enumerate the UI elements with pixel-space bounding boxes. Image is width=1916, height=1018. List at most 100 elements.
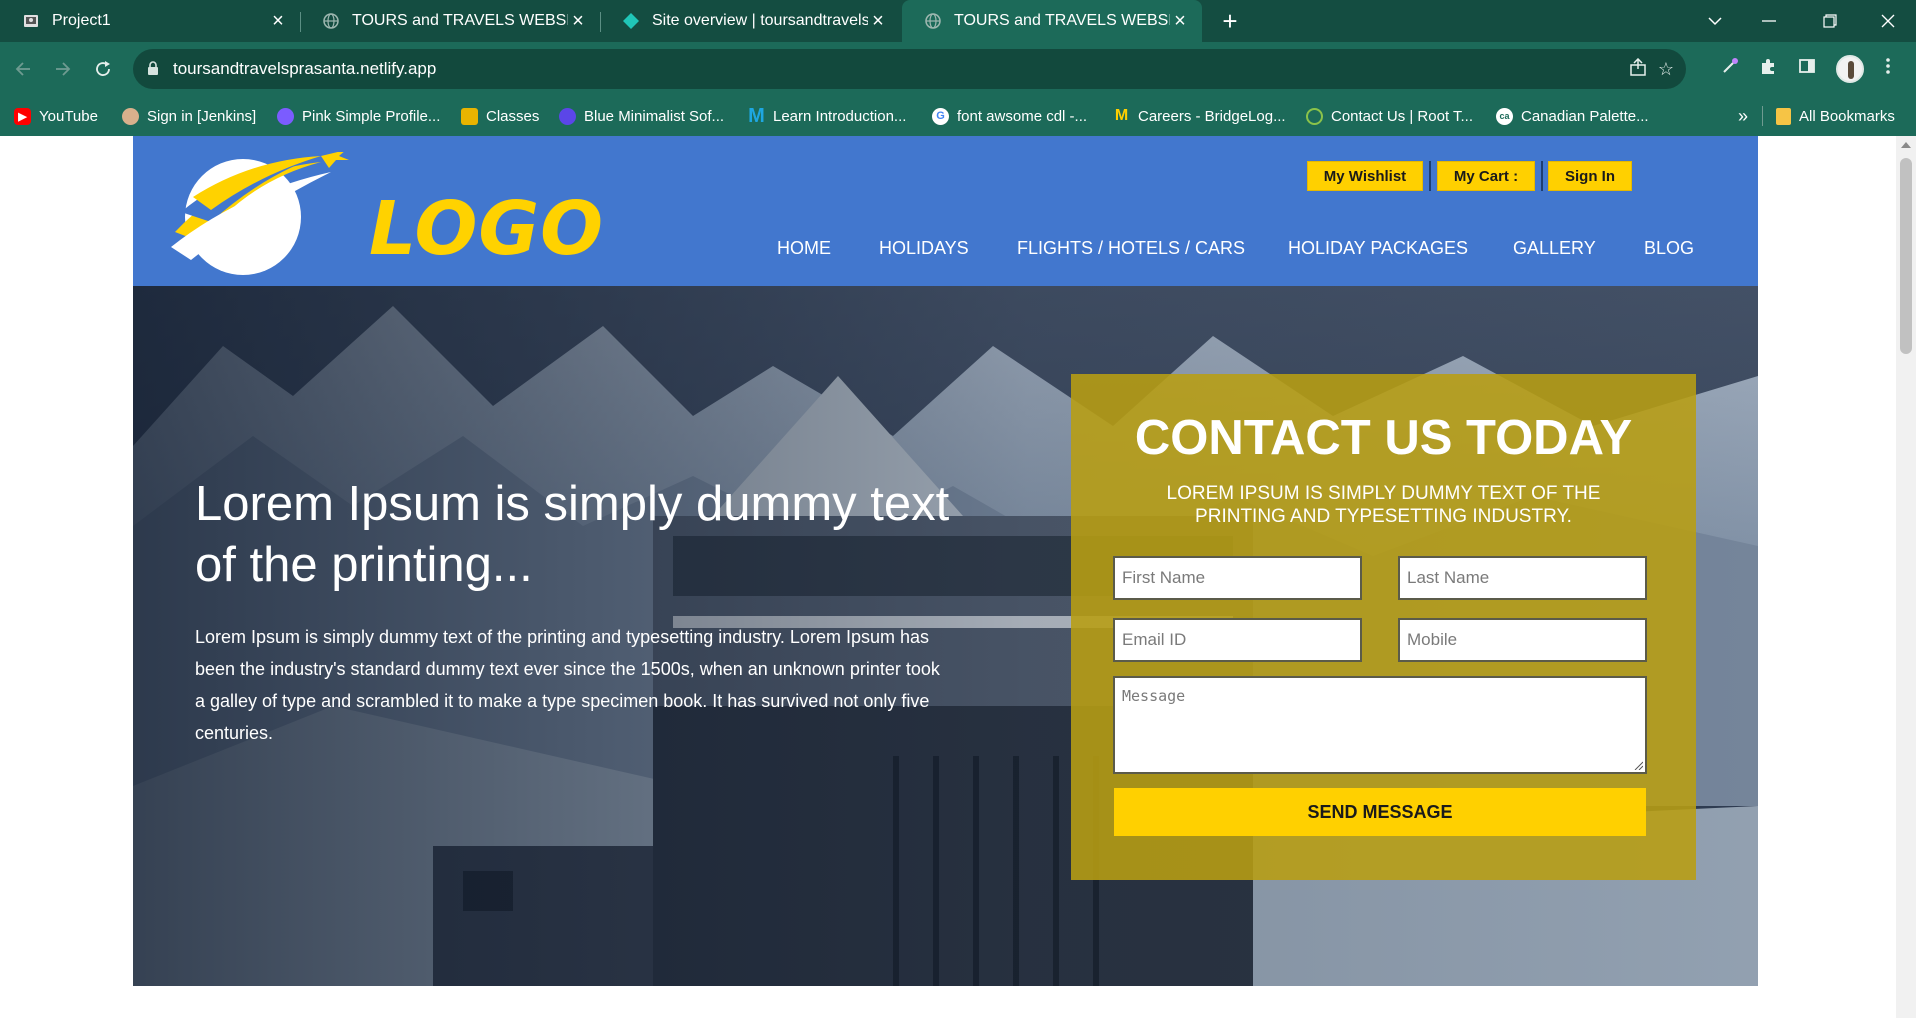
close-tab-icon[interactable]: × [868,11,888,31]
tab-project1[interactable]: Project1 × [0,0,300,42]
profile-avatar[interactable] [1836,55,1864,83]
page-scrollbar[interactable] [1896,136,1916,1018]
tab-title: TOURS and TRAVELS WEBSITE [954,12,1170,29]
bookmark-label: Canadian Palette... [1521,107,1649,125]
lock-icon[interactable] [147,61,159,75]
first-name-input[interactable] [1115,558,1360,598]
first-name-field[interactable] [1113,556,1362,600]
new-tab-button[interactable]: + [1215,6,1245,36]
slides-icon [22,12,40,30]
scrollbar-thumb[interactable] [1900,158,1912,354]
contact-title: CONTACT US TODAY [1134,411,1633,465]
jenkins-icon [122,107,139,125]
site-logo[interactable]: LOGO [171,150,603,277]
bookmark-label: Careers - BridgeLog... [1138,107,1286,125]
roottech-icon [1306,107,1323,125]
forward-arrow-icon[interactable] [48,54,78,84]
nav-blog[interactable]: BLOG [1644,238,1694,259]
extensions-puzzle-icon[interactable] [1756,57,1780,81]
website: LOGO My Wishlist My Cart : Sign In HOME … [133,136,1758,986]
tab-title: TOURS and TRAVELS WEBSITE [352,12,568,29]
close-window-button[interactable] [1866,0,1910,42]
message-field[interactable] [1113,676,1647,774]
address-bar[interactable]: toursandtravelsprasanta.netlify.app ☆ [133,49,1686,89]
mobile-input[interactable] [1400,620,1645,660]
bookmark-star-icon[interactable]: ☆ [1655,58,1677,80]
bookmark-learn-introduction[interactable]: M Learn Introduction... [748,96,906,136]
bookmark-classes[interactable]: Classes [461,96,539,136]
tab-title: Site overview | toursandtravelspr [652,12,868,29]
nav-flights-hotels-cars[interactable]: FLIGHTS / HOTELS / CARS [1017,238,1245,259]
reload-icon[interactable] [88,54,118,84]
scroll-up-arrow-icon[interactable] [1901,142,1911,148]
bookmark-pink-simple-profile[interactable]: Pink Simple Profile... [277,96,440,136]
close-tab-icon[interactable]: × [268,11,288,31]
classroom-icon [461,107,478,125]
bookmark-canadian-palette[interactable]: ca Canadian Palette... [1496,96,1649,136]
restore-button[interactable] [1808,0,1852,42]
logo-text: LOGO [369,186,605,272]
browser-tab-bar: Project1 × TOURS and TRAVELS WEBSITE × S… [0,0,1916,42]
bookmark-youtube[interactable]: ▶ YouTube [14,96,98,136]
side-panel-icon[interactable] [1795,57,1819,81]
bookmark-label: Sign in [Jenkins] [147,107,257,125]
bookmark-jenkins[interactable]: Sign in [Jenkins] [122,96,256,136]
hero-section: Lorem Ipsum is simply dummy text of the … [133,286,1758,986]
share-icon[interactable] [1627,57,1649,80]
youtube-icon: ▶ [14,107,31,125]
nav-holiday-packages[interactable]: HOLIDAY PACKAGES [1288,238,1468,259]
message-textarea[interactable] [1115,678,1645,772]
send-message-button[interactable]: SEND MESSAGE [1114,788,1646,836]
nav-gallery[interactable]: GALLERY [1513,238,1596,259]
back-arrow-icon[interactable] [8,54,38,84]
email-input[interactable] [1115,620,1360,660]
address-url: toursandtravelsprasanta.netlify.app [173,59,437,78]
email-field[interactable] [1113,618,1362,662]
m-icon: M [748,104,765,127]
bookmark-contact-us-root[interactable]: Contact Us | Root T... [1306,96,1473,136]
nav-home[interactable]: HOME [777,238,831,259]
site-header: LOGO My Wishlist My Cart : Sign In HOME … [133,136,1758,286]
globe-icon [322,12,340,30]
contact-form-panel: CONTACT US TODAY LOREM IPSUM IS SIMPLY D… [1071,374,1696,880]
ca-icon: ca [1496,107,1513,125]
more-menu-icon[interactable] [1876,57,1900,81]
more-bookmarks-chevron[interactable]: » [1738,96,1748,136]
globe-icon [924,12,942,30]
bridgelabz-icon: M [1114,107,1129,124]
last-name-field[interactable] [1398,556,1647,600]
last-name-input[interactable] [1400,558,1645,598]
bookmark-label: font awsome cdl -... [957,107,1088,125]
bookmark-careers-bridgelabz[interactable]: M Careers - BridgeLog... [1113,96,1286,136]
tab-tours-website-1[interactable]: TOURS and TRAVELS WEBSITE × [300,0,600,42]
bookmark-label: Contact Us | Root T... [1331,107,1474,125]
bookmark-label: Pink Simple Profile... [302,107,441,125]
page-viewport: LOGO My Wishlist My Cart : Sign In HOME … [0,136,1896,1018]
close-tab-icon[interactable]: × [1170,11,1190,31]
my-wishlist-button[interactable]: My Wishlist [1307,161,1423,191]
canva-icon [559,107,576,125]
tab-site-overview[interactable]: Site overview | toursandtravelspr × [600,0,900,42]
tab-search-chevron-icon[interactable] [1693,0,1737,42]
bookmark-separator [1762,96,1763,136]
mobile-field[interactable] [1398,618,1647,662]
nav-holidays[interactable]: HOLIDAYS [879,238,969,259]
eyedropper-extension-icon[interactable] [1718,57,1742,81]
bookmark-blue-minimalist[interactable]: Blue Minimalist Sof... [559,96,724,136]
sign-in-button[interactable]: Sign In [1548,161,1632,191]
resize-grip-icon[interactable] [1633,760,1643,770]
bookmark-label: Classes [486,107,540,125]
button-divider [1541,161,1543,191]
tab-tours-website-active[interactable]: TOURS and TRAVELS WEBSITE × [902,0,1202,42]
canva-icon [277,107,294,125]
all-bookmarks[interactable]: All Bookmarks [1776,96,1895,136]
bookmark-font-awsome[interactable]: G font awsome cdl -... [932,96,1087,136]
my-cart-button[interactable]: My Cart : [1437,161,1535,191]
minimize-button[interactable] [1747,0,1791,42]
close-tab-icon[interactable]: × [568,11,588,31]
button-divider [1429,161,1431,191]
bookmarks-bar: ▶ YouTube Sign in [Jenkins] Pink Simple … [0,96,1916,136]
bookmark-label: Learn Introduction... [773,107,907,125]
tab-title: Project1 [52,12,111,29]
hero-title: Lorem Ipsum is simply dummy text of the … [195,477,950,592]
